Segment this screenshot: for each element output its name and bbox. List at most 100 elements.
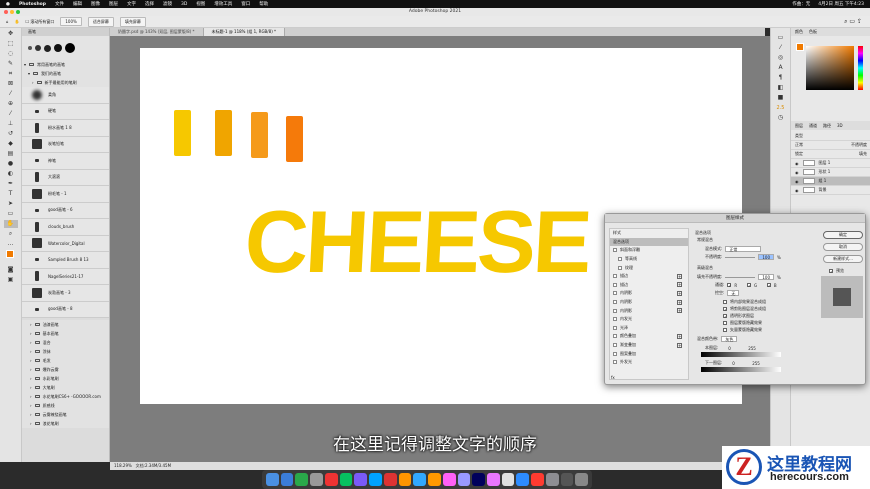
tab-color[interactable]: 颜色	[795, 28, 803, 36]
saturation-field[interactable]	[806, 46, 854, 90]
style-list-item[interactable]: 描边 +	[610, 281, 688, 290]
dock-app-icon[interactable]	[428, 473, 441, 486]
brush-item[interactable]: clouds_brush	[22, 219, 109, 236]
lasso-tool-icon[interactable]: ◌	[4, 50, 18, 58]
quick-select-icon[interactable]: ✎	[4, 60, 18, 68]
dock-app-icon[interactable]	[398, 473, 412, 486]
tab-cheese-psd[interactable]: 奶酪字.psd @ 143% (双层, 图层蒙版/8) *	[110, 28, 204, 36]
style-checkbox[interactable]	[613, 343, 617, 348]
shape-tool-icon[interactable]: ▭	[4, 210, 18, 218]
brush-tool-icon[interactable]: ⁄	[4, 110, 18, 118]
style-list-item[interactable]: 内发光	[610, 315, 688, 324]
dock-app-icon[interactable]	[531, 473, 544, 486]
channel-r-checkbox[interactable]: ✓	[727, 283, 732, 288]
menu-type[interactable]: 文字	[127, 1, 136, 7]
history-icon[interactable]: ▭	[774, 34, 788, 42]
brush-preset[interactable]	[35, 45, 41, 51]
brush-folder[interactable]: › 混合	[22, 338, 109, 347]
brush-preset[interactable]	[54, 44, 62, 52]
brush-item[interactable]: 粉水画笔 1 8	[22, 120, 109, 137]
option-checkbox[interactable]	[723, 299, 727, 304]
option-checkbox[interactable]: ✓	[723, 313, 727, 318]
tab-layers[interactable]: 图层	[795, 121, 803, 130]
tab-3d[interactable]: 3D	[837, 121, 843, 130]
style-checkbox[interactable]	[613, 308, 617, 313]
option-checkbox[interactable]: ✓	[723, 306, 727, 311]
style-list-item[interactable]: 内阴影 +	[610, 298, 688, 307]
style-list-item[interactable]: 内阴影 +	[610, 289, 688, 298]
style-checkbox[interactable]	[613, 274, 617, 279]
frame-tool-icon[interactable]: ⊠	[4, 80, 18, 88]
style-list-item[interactable]: 纹理	[610, 263, 688, 272]
brush-preset[interactable]	[65, 43, 75, 53]
brush-item[interactable]: 柔角	[22, 87, 109, 104]
adjustments-icon[interactable]: ◎	[774, 54, 788, 62]
brush-folder[interactable]: › 浪花笔刷	[22, 419, 109, 428]
eyedropper-icon[interactable]: ⁄	[4, 90, 18, 98]
add-effect-icon[interactable]: +	[677, 308, 682, 314]
brush-subgroup[interactable]: ▾ 我们的画笔	[22, 69, 109, 78]
brush-folder[interactable]: › 基本画笔	[22, 329, 109, 338]
style-list-item[interactable]: 描边 +	[610, 272, 688, 281]
brush-group[interactable]: ▾ 常用画笔的画笔	[22, 60, 109, 69]
blend-mode-select[interactable]: 正常	[725, 246, 762, 252]
fill-opacity-input[interactable]: 100	[758, 274, 774, 280]
brush-folder[interactable]: › 质感线	[22, 401, 109, 410]
eye-icon[interactable]: ◉	[795, 161, 799, 166]
brush-item[interactable]: 炭勃画笔 - 3	[22, 285, 109, 302]
next-layer-slider[interactable]	[701, 367, 781, 372]
type-tool-icon[interactable]: T	[4, 190, 18, 198]
menu-filter[interactable]: 滤镜	[163, 1, 172, 7]
brush-item[interactable]: 炭笔铅笔	[22, 136, 109, 153]
dock-app-icon[interactable]	[324, 473, 338, 486]
style-list-item[interactable]: 内阴影 +	[610, 306, 688, 315]
brush-item[interactable]: good画笔 - 8	[22, 301, 109, 318]
style-checkbox[interactable]	[613, 300, 617, 305]
dock-app-icon[interactable]	[280, 473, 294, 486]
zoom-100-button[interactable]: 100%	[60, 17, 82, 26]
gradient-icon[interactable]: ▤	[4, 150, 18, 158]
style-checkbox[interactable]	[618, 265, 622, 270]
menu-image[interactable]: 图像	[91, 1, 100, 7]
brush-item[interactable]: Watercolor_Digital	[22, 235, 109, 252]
brush-item[interactable]: 大滚滚	[22, 169, 109, 186]
layer-row[interactable]: ◉ 形状 1	[791, 168, 870, 177]
zoom-icon[interactable]	[16, 10, 20, 14]
opacity-input[interactable]: 100	[758, 254, 774, 260]
zoom-tool-icon[interactable]: ⌕	[4, 230, 18, 238]
dock-app-icon[interactable]	[442, 473, 456, 486]
brush-item[interactable]: Sampled Brush 8 13	[22, 252, 109, 269]
properties-icon[interactable]: ◧	[774, 84, 788, 92]
brush-preset[interactable]	[28, 46, 32, 50]
style-list-item[interactable]: 斜面和浮雕	[610, 246, 688, 255]
cancel-button[interactable]: 取消	[823, 243, 863, 251]
this-layer-slider[interactable]	[701, 352, 781, 357]
search-icon[interactable]: ⌕ ▭ ⇪	[844, 18, 862, 26]
brush-folder[interactable]: › 涂抹	[22, 347, 109, 356]
add-effect-icon[interactable]: +	[677, 299, 682, 305]
hand-tool-icon[interactable]: ✋	[15, 19, 20, 24]
brush-folder[interactable]: › 水花笔刷CS6+ -GOOOOR.com	[22, 392, 109, 401]
brush-folder[interactable]: › 大笔刷	[22, 383, 109, 392]
path-select-icon[interactable]: ➤	[4, 200, 18, 208]
dodge-icon[interactable]: ◐	[4, 170, 18, 178]
healing-icon[interactable]: ⊕	[4, 100, 18, 108]
channel-g-checkbox[interactable]: ✓	[746, 283, 751, 288]
dock-app-icon[interactable]	[413, 473, 427, 486]
dock-app-icon[interactable]	[295, 473, 309, 486]
ok-button[interactable]: 确定	[823, 231, 863, 239]
brush-folder[interactable]: › 云雾缭绕画笔	[22, 410, 109, 419]
history-brush-icon[interactable]: ↺	[4, 130, 18, 138]
more-tools-icon[interactable]: …	[4, 240, 18, 248]
screen-mode-icon[interactable]: ▣	[4, 276, 18, 284]
style-list-item[interactable]: 颜色叠加 +	[610, 332, 688, 341]
crop-tool-icon[interactable]: ⌗	[4, 70, 18, 78]
menu-layer[interactable]: 图层	[109, 1, 118, 7]
new-style-button[interactable]: 新建样式...	[823, 255, 863, 263]
move-tool-icon[interactable]: ✥	[4, 30, 18, 38]
foreground-color-swatch[interactable]	[4, 250, 18, 258]
minimize-icon[interactable]	[10, 10, 14, 14]
eye-icon[interactable]: ◉	[795, 188, 799, 193]
hue-slider[interactable]	[858, 46, 863, 90]
color-picker[interactable]	[796, 43, 864, 103]
